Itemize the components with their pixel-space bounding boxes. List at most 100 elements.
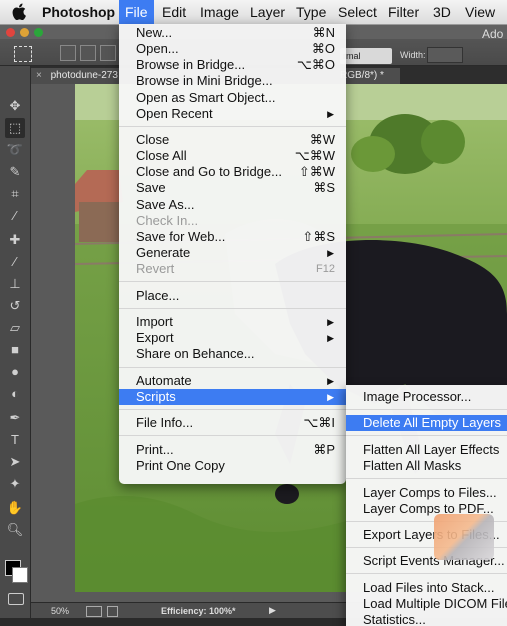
add-selection-button[interactable]: [80, 45, 96, 61]
menu-item-print[interactable]: Print... ⌘P: [119, 442, 346, 458]
submenu-item-flatten-all-layer-effects[interactable]: Flatten All Layer Effects: [346, 442, 507, 458]
apple-icon[interactable]: [12, 3, 28, 20]
status-menu-arrow-icon[interactable]: ▶: [269, 605, 276, 616]
type-tool-icon[interactable]: T: [5, 430, 25, 450]
submenu-item-load-multiple-dicom-files[interactable]: Load Multiple DICOM Files...: [346, 596, 507, 612]
tools-panel: ✥ ⬚ ➰ ✎ ⌗ ⁄ ✚ ∕ ⊥ ↺ ▱ ■ ● ◐ ✒ T ➤ ✦ ✋ 🔍︎: [0, 66, 31, 626]
submenu-item-flatten-all-masks[interactable]: Flatten All Masks: [346, 458, 507, 474]
submenu-separator: [346, 409, 507, 410]
brush-tool-icon[interactable]: ∕: [5, 252, 25, 272]
watermark-blur: [434, 514, 494, 560]
menu-item-export[interactable]: Export ▶: [119, 330, 346, 346]
marquee-options-icon[interactable]: [14, 46, 32, 62]
crop-tool-icon[interactable]: ⌗: [5, 184, 25, 204]
menu-item-import[interactable]: Import ▶: [119, 314, 346, 330]
menu-item-close-and-go-to-bridge[interactable]: Close and Go to Bridge... ⇧⌘W: [119, 164, 346, 180]
menu-item-scripts[interactable]: Scripts ▶: [119, 389, 346, 405]
menu-type[interactable]: Type: [296, 0, 326, 24]
share-icon[interactable]: [107, 606, 118, 617]
zoom-window-icon[interactable]: [34, 28, 43, 37]
menu-separator: [119, 367, 346, 368]
clone-stamp-tool-icon[interactable]: ⊥: [5, 274, 25, 294]
menu-separator: [119, 308, 346, 309]
menu-item-browse-in-mini-bridge[interactable]: Browse in Mini Bridge...: [119, 73, 346, 89]
menu-item-revert: Revert F12: [136, 261, 335, 276]
menu-separator: [119, 126, 346, 127]
close-window-icon[interactable]: [6, 28, 15, 37]
history-brush-tool-icon[interactable]: ↺: [5, 296, 25, 316]
file-menu: New... ⌘N Open... ⌘O Browse in Bridge... ⌥⌘…: [119, 24, 346, 484]
submenu-arrow-icon: ▶: [327, 248, 334, 258]
blur-tool-icon[interactable]: ●: [5, 362, 25, 382]
submenu-item-statistics[interactable]: Statistics...: [346, 612, 507, 626]
style-select[interactable]: rmal: [340, 48, 392, 64]
menu-item-automate[interactable]: Automate ▶: [119, 373, 346, 389]
menu-item-file-info[interactable]: File Info... ⌥⌘I: [119, 415, 346, 431]
menu-item-close[interactable]: Close ⌘W: [119, 132, 346, 148]
menu-item-save[interactable]: Save ⌘S: [119, 180, 346, 196]
dodge-tool-icon[interactable]: ◐: [5, 384, 25, 404]
menu-item-open[interactable]: Open... ⌘O: [119, 41, 346, 57]
submenu-separator: [346, 573, 507, 574]
healing-brush-tool-icon[interactable]: ✚: [5, 230, 25, 250]
document-mode: RGB/8*) *: [340, 70, 384, 81]
menu-item-browse-in-bridge[interactable]: Browse in Bridge... ⌥⌘O: [119, 57, 346, 73]
pen-tool-icon[interactable]: ✒: [5, 408, 25, 428]
menu-image[interactable]: Image: [200, 0, 239, 24]
menu-item-save-for-web[interactable]: Save for Web... ⇧⌘S: [119, 229, 346, 245]
submenu-arrow-icon: ▶: [327, 392, 334, 402]
menu-item-save-as[interactable]: Save As...: [119, 197, 346, 213]
move-tool-icon[interactable]: ✥: [5, 96, 25, 116]
menu-bar: Photoshop File Edit Image Layer Type Sel…: [0, 0, 507, 25]
marquee-tool-icon[interactable]: ⬚: [5, 118, 25, 138]
document-title: photodune-273: [50, 70, 118, 81]
minimize-window-icon[interactable]: [20, 28, 29, 37]
path-selection-tool-icon[interactable]: ➤: [5, 452, 25, 472]
menu-app-photoshop[interactable]: Photoshop: [42, 0, 115, 24]
menu-item-place[interactable]: Place...: [119, 288, 346, 304]
background-color-swatch[interactable]: [12, 567, 28, 583]
app-window-title: Ado: [482, 27, 504, 41]
hand-tool-icon[interactable]: ✋: [5, 498, 25, 518]
submenu-arrow-icon: ▶: [327, 333, 334, 343]
tab-close-icon[interactable]: ×: [36, 70, 42, 81]
menu-separator: [119, 435, 346, 436]
menu-3d[interactable]: 3D: [433, 0, 451, 24]
width-label: Width:: [400, 50, 426, 60]
submenu-item-layer-comps-to-files[interactable]: Layer Comps to Files...: [346, 485, 507, 501]
width-input[interactable]: [427, 47, 463, 63]
submenu-separator: [346, 435, 507, 436]
menu-item-share-on-behance[interactable]: Share on Behance...: [119, 346, 346, 362]
subtract-selection-button[interactable]: [100, 45, 116, 61]
menu-filter[interactable]: Filter: [388, 0, 419, 24]
efficiency-readout: Efficiency: 100%*: [161, 606, 236, 616]
menu-file[interactable]: File: [119, 0, 154, 24]
menu-item-generate[interactable]: Generate ▶: [119, 245, 346, 261]
menu-item-print-one-copy[interactable]: Print One Copy: [119, 458, 346, 474]
menu-item-open-recent[interactable]: Open Recent ▶: [119, 106, 346, 122]
quick-selection-tool-icon[interactable]: ✎: [5, 162, 25, 182]
new-selection-button[interactable]: [60, 45, 76, 61]
submenu-item-image-processor[interactable]: Image Processor...: [346, 389, 507, 405]
submenu-item-delete-all-empty-layers[interactable]: Delete All Empty Layers: [346, 415, 507, 431]
shape-tool-icon[interactable]: ✦: [5, 474, 25, 494]
menu-select[interactable]: Select: [338, 0, 377, 24]
status-toggle-icon[interactable]: [86, 606, 102, 617]
submenu-arrow-icon: ▶: [327, 317, 334, 327]
zoom-level[interactable]: 50%: [51, 606, 69, 616]
eraser-tool-icon[interactable]: ▱: [5, 318, 25, 338]
menu-view[interactable]: View: [465, 0, 495, 24]
quick-mask-icon[interactable]: [8, 593, 24, 605]
zoom-tool-icon[interactable]: 🔍︎: [5, 520, 25, 540]
menu-item-close-all[interactable]: Close All ⌥⌘W: [119, 148, 346, 164]
menu-item-open-as-smart-object[interactable]: Open as Smart Object...: [119, 90, 346, 106]
menu-item-new[interactable]: New... ⌘N: [119, 25, 346, 41]
submenu-item-load-files-into-stack[interactable]: Load Files into Stack...: [346, 580, 507, 596]
menu-edit[interactable]: Edit: [162, 0, 186, 24]
lasso-tool-icon[interactable]: ➰: [5, 140, 25, 160]
menu-separator: [119, 409, 346, 410]
eyedropper-tool-icon[interactable]: ⁄: [5, 206, 25, 226]
gradient-tool-icon[interactable]: ■: [5, 340, 25, 360]
menu-layer[interactable]: Layer: [250, 0, 285, 24]
menu-separator: [119, 281, 346, 282]
